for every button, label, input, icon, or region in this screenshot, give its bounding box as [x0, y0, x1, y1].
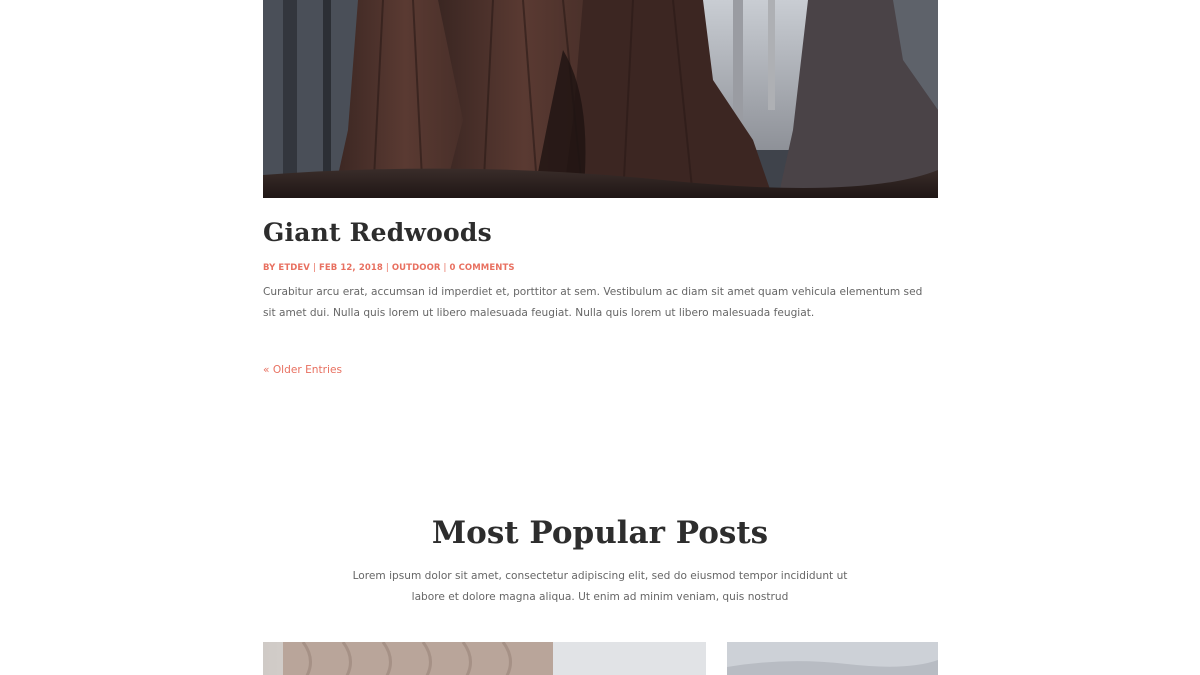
- post-category-link[interactable]: OUTDOOR: [392, 263, 441, 273]
- meta-separator: |: [385, 263, 389, 273]
- post-title[interactable]: Giant Redwoods: [263, 218, 492, 247]
- popular-posts-title: Most Popular Posts: [431, 515, 769, 551]
- post-date: FEB 12, 2018: [318, 263, 383, 273]
- blog-page: Giant Redwoods BY ETDEV | FEB 12, 2018 | OUT…: [0, 0, 1200, 675]
- popular-post-image[interactable]: [263, 642, 706, 675]
- post-comments-link[interactable]: 0 COMMENTS: [450, 263, 515, 273]
- post-featured-image[interactable]: [263, 0, 938, 198]
- post-meta: BY ETDEV | FEB 12, 2018 | OUTDOOR | 0 COMMENTS: [263, 263, 515, 273]
- older-entries-link[interactable]: « Older Entries: [263, 364, 342, 376]
- meta-separator: |: [312, 263, 316, 273]
- redwood-forest-image: [263, 0, 938, 198]
- post-excerpt: Curabitur arcu erat, accumsan id imperdi…: [263, 286, 923, 319]
- post-author-link[interactable]: BY ETDEV: [263, 263, 310, 273]
- sky-photo: [727, 642, 938, 675]
- sweater-photo: [283, 642, 706, 675]
- popular-posts-description: Lorem ipsum dolor sit amet, consectetur …: [352, 570, 848, 603]
- popular-post-image[interactable]: [727, 642, 938, 675]
- meta-separator: |: [443, 263, 447, 273]
